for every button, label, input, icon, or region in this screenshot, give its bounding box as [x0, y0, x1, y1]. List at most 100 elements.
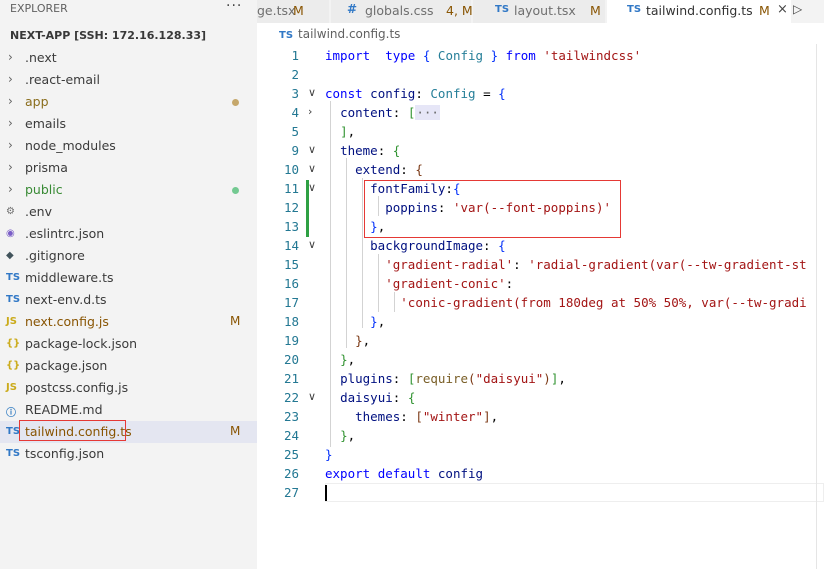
chevron-right-icon[interactable]: ›	[8, 160, 13, 174]
code-line[interactable]: 25}	[257, 445, 824, 464]
more-actions-icon[interactable]: ···	[226, 0, 242, 14]
line-number: 18	[283, 314, 299, 329]
explorer-item[interactable]: TS next-env.d.ts	[0, 289, 257, 311]
explorer-item[interactable]: JS postcss.config.js	[0, 377, 257, 399]
editor-scrollbar[interactable]	[816, 44, 824, 569]
line-number: 20	[283, 352, 299, 367]
code-line[interactable]: 10 ∨ extend: {	[257, 160, 824, 179]
chevron-down-icon[interactable]: ∨	[308, 86, 316, 99]
explorer-item[interactable]: › .next	[0, 47, 257, 69]
explorer-item[interactable]: › .react-email	[0, 69, 257, 91]
explorer-item[interactable]: › public	[0, 179, 257, 201]
chevron-right-icon[interactable]: ›	[8, 116, 13, 130]
code-line[interactable]: 2	[257, 65, 824, 84]
line-number: 16	[283, 276, 299, 291]
chevron-right-icon[interactable]: ›	[8, 182, 13, 196]
chevron-down-icon[interactable]: ∨	[308, 162, 316, 175]
tab-tailwind-config-ts[interactable]: TS tailwind.config.ts M ×	[607, 0, 792, 23]
chevron-down-icon[interactable]: ∨	[308, 390, 316, 403]
tab-page-tsx[interactable]: ge.tsx M	[257, 0, 330, 23]
folded-region-marker[interactable]: ···	[415, 105, 440, 120]
code-line[interactable]: 27	[257, 483, 824, 502]
code-text: extend: {	[325, 162, 423, 177]
code-line[interactable]: 24 },	[257, 426, 824, 445]
code-line[interactable]: 16 'gradient-conic':	[257, 274, 824, 293]
code-line[interactable]: 17 'conic-gradient(from 180deg at 50% 50…	[257, 293, 824, 312]
code-text: },	[325, 333, 370, 348]
code-editor[interactable]: 1 import type { Config } from 'tailwindcs…	[257, 44, 824, 569]
run-icon[interactable]: ▷	[793, 2, 802, 16]
code-line[interactable]: 4 › content: [···	[257, 103, 824, 122]
explorer-item[interactable]: TS tsconfig.json	[0, 443, 257, 465]
explorer-item[interactable]: {} package-lock.json	[0, 333, 257, 355]
chevron-down-icon[interactable]: ∨	[308, 143, 316, 156]
chevron-right-icon[interactable]: ›	[8, 138, 13, 152]
code-token: :	[505, 276, 514, 291]
code-token: ,	[362, 333, 371, 348]
explorer-item[interactable]: ⓘ README.md	[0, 399, 257, 421]
code-line[interactable]: 19 },	[257, 331, 824, 350]
file-type-icon: JS	[6, 382, 17, 393]
tab-globals-css[interactable]: # globals.css 4, M	[331, 0, 473, 23]
code-line[interactable]: 22 ∨ daisyui: {	[257, 388, 824, 407]
code-line[interactable]: 23 themes: ["winter"],	[257, 407, 824, 426]
code-text: plugins: [require("daisyui")],	[325, 371, 566, 386]
code-line[interactable]: 9 ∨ theme: {	[257, 141, 824, 160]
explorer-item[interactable]: ◆ .gitignore	[0, 245, 257, 267]
code-line[interactable]: 18 },	[257, 312, 824, 331]
explorer-item[interactable]: › app	[0, 91, 257, 113]
chevron-right-icon[interactable]: ›	[8, 50, 13, 64]
code-text: backgroundImage: {	[325, 238, 505, 253]
file-type-icon: ⚙	[6, 206, 15, 217]
code-text: content: [···	[325, 105, 440, 120]
tab-label: layout.tsx	[514, 3, 576, 18]
code-token: "winter"	[422, 409, 484, 424]
line-number: 23	[283, 409, 299, 424]
explorer-item[interactable]: TS middleware.ts	[0, 267, 257, 289]
code-line[interactable]: 15 'gradient-radial': 'radial-gradient(v…	[257, 255, 824, 274]
line-number: 15	[283, 257, 299, 272]
chevron-down-icon[interactable]: ∨	[308, 181, 316, 194]
project-header[interactable]: NEXT-APP [SSH: 172.16.128.33]	[10, 29, 206, 42]
explorer-item[interactable]: {} package.json	[0, 355, 257, 377]
code-token: ,	[377, 314, 386, 329]
code-line[interactable]: 5 ],	[257, 122, 824, 141]
code-token: :	[400, 409, 416, 424]
code-token: :	[400, 162, 416, 177]
explorer-item[interactable]: › emails	[0, 113, 257, 135]
code-line[interactable]: 20 },	[257, 350, 824, 369]
breadcrumb[interactable]: TS tailwind.config.ts	[279, 27, 400, 41]
breadcrumb-file[interactable]: tailwind.config.ts	[298, 27, 400, 41]
indent-guide	[330, 101, 331, 447]
chevron-right-icon[interactable]: ›	[308, 105, 312, 118]
code-line[interactable]: 26 export default config	[257, 464, 824, 483]
explorer-item[interactable]: › node_modules	[0, 135, 257, 157]
explorer-item-label: next-env.d.ts	[25, 292, 107, 307]
chevron-right-icon[interactable]: ›	[8, 94, 13, 108]
explorer-item[interactable]: JS next.config.js M	[0, 311, 257, 333]
explorer-item[interactable]: › prisma	[0, 157, 257, 179]
explorer-item[interactable]: ⚙ .env	[0, 201, 257, 223]
code-line[interactable]: 1 import type { Config } from 'tailwindcs…	[257, 46, 824, 65]
explorer-item-label: middleware.ts	[25, 270, 114, 285]
code-line[interactable]: 21 plugins: [require("daisyui")],	[257, 369, 824, 388]
close-icon[interactable]: ×	[777, 2, 788, 17]
code-token: default	[377, 466, 431, 481]
tab-layout-tsx[interactable]: TS layout.tsx M	[473, 0, 606, 23]
code-line[interactable]: 14 ∨ backgroundImage: {	[257, 236, 824, 255]
code-token: config	[370, 86, 416, 101]
chevron-right-icon[interactable]: ›	[8, 72, 13, 86]
code-line[interactable]: 3 ∨ const config: Config = {	[257, 84, 824, 103]
indent-guide	[362, 178, 363, 328]
chevron-down-icon[interactable]: ∨	[308, 238, 316, 251]
file-type-icon: TS	[6, 272, 21, 283]
code-token: :	[513, 257, 529, 272]
annotation-highlight-box	[19, 420, 126, 441]
code-token: backgroundImage	[370, 238, 484, 253]
line-number: 19	[283, 333, 299, 348]
git-change-indicator[interactable]	[306, 180, 309, 237]
explorer-item[interactable]: ◉ .eslintrc.json	[0, 223, 257, 245]
code-token: ]	[483, 409, 491, 424]
